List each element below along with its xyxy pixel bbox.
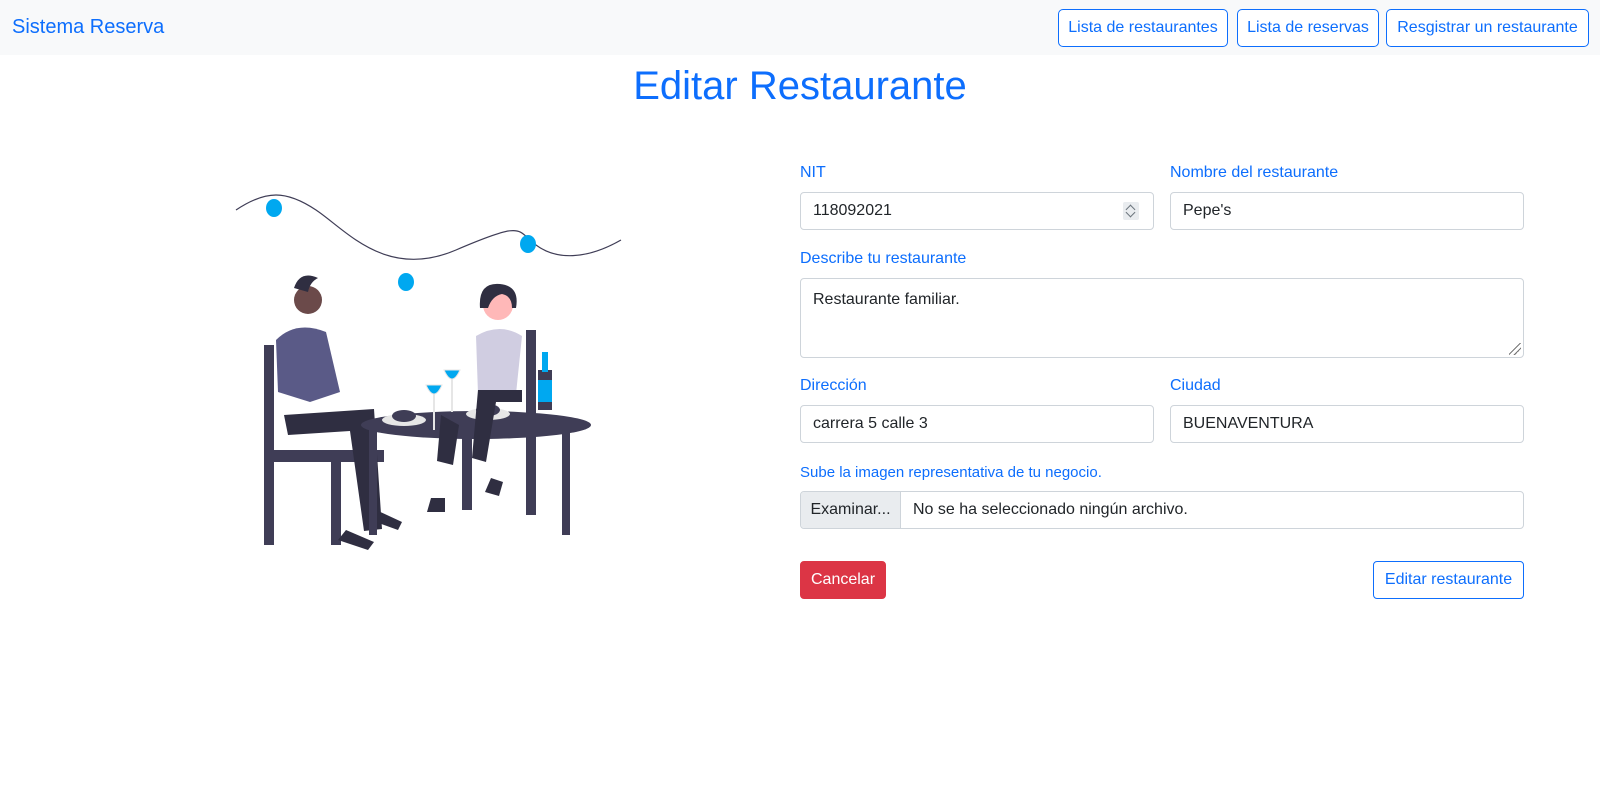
brand-link[interactable]: Sistema Reserva <box>12 16 164 39</box>
description-value: Restaurante familiar. <box>813 291 960 308</box>
restaurant-name-input[interactable]: Pepe's <box>1170 192 1524 230</box>
nav-button-register-restaurant[interactable]: Resgistrar un restaurante <box>1386 9 1589 47</box>
nit-value: 118092021 <box>813 202 892 219</box>
light-bulb-icon <box>266 199 282 217</box>
light-bulb-icon <box>398 273 414 291</box>
nav-button-restaurant-list[interactable]: Lista de restaurantes <box>1058 9 1228 47</box>
edit-restaurant-button[interactable]: Editar restaurante <box>1373 561 1524 599</box>
city-input[interactable]: BUENAVENTURA <box>1170 405 1524 443</box>
chair-icon <box>264 345 274 545</box>
browse-button[interactable]: Examinar... <box>801 492 901 528</box>
page-title: Editar Restaurante <box>633 64 967 108</box>
nav-button-reservation-list[interactable]: Lista de reservas <box>1237 9 1379 47</box>
navbar: Sistema Reserva Lista de restaurantes Li… <box>0 0 1600 55</box>
city-label: Ciudad <box>1170 377 1221 394</box>
resize-grip-icon[interactable] <box>1509 343 1521 355</box>
light-string <box>235 194 622 260</box>
image-file-input[interactable]: Examinar... No se ha seleccionado ningún… <box>800 491 1524 529</box>
restaurant-name-label: Nombre del restaurante <box>1170 164 1339 181</box>
address-label: Dirección <box>800 377 867 394</box>
man-shirt <box>276 327 340 402</box>
nit-number-input[interactable]: 118092021 <box>800 192 1154 230</box>
light-bulb-icon <box>520 235 536 253</box>
couple-dining-illustration <box>235 194 622 550</box>
nit-label: NIT <box>800 164 826 181</box>
address-input[interactable]: carrera 5 calle 3 <box>800 405 1154 443</box>
number-spinner-icon[interactable] <box>1123 202 1139 220</box>
file-status-text: No se ha seleccionado ningún archivo. <box>913 501 1188 518</box>
cancel-button[interactable]: Cancelar <box>800 561 886 599</box>
description-label: Describe tu restaurante <box>800 250 967 267</box>
wine-glass-icon <box>425 384 443 395</box>
image-upload-label: Sube la imagen representativa de tu nego… <box>800 464 1102 481</box>
wine-glass-icon <box>443 369 461 380</box>
woman-shirt <box>476 329 522 394</box>
description-textarea[interactable]: Restaurante familiar. <box>800 278 1524 358</box>
